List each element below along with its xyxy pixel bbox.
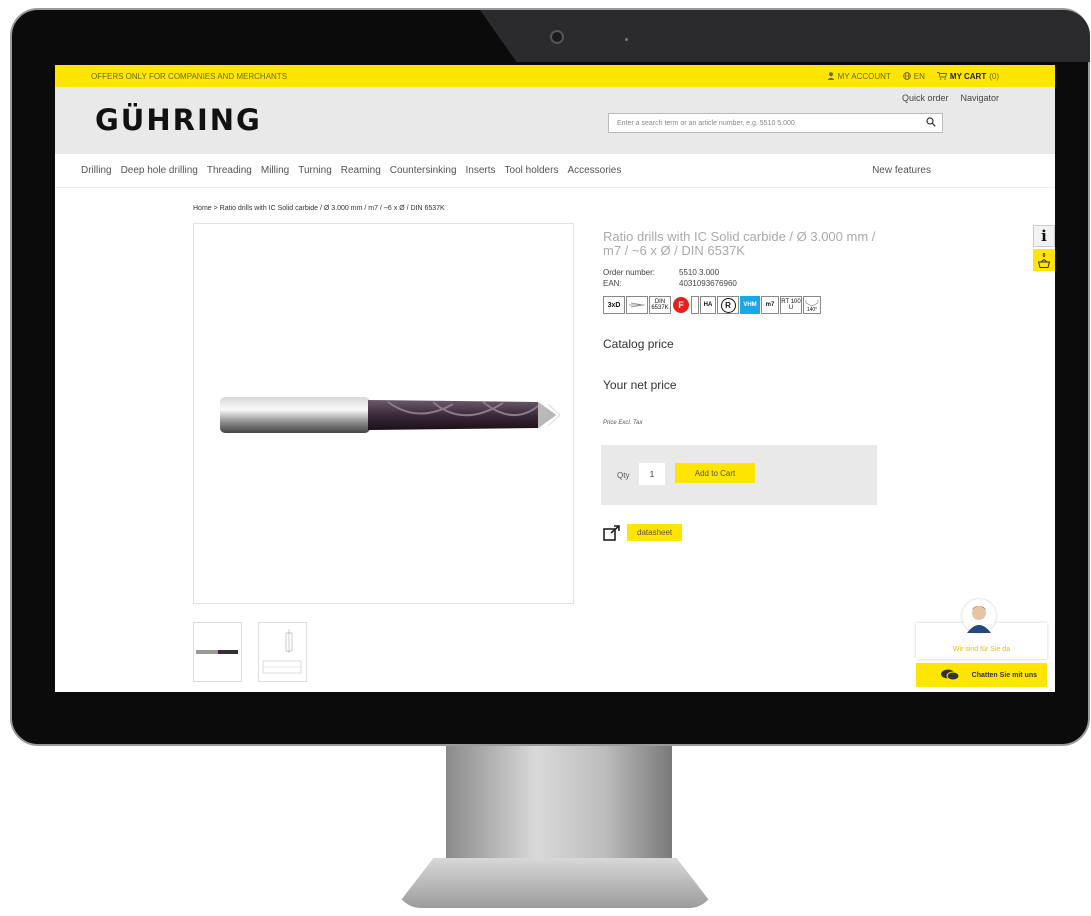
navigator-link[interactable]: Navigator <box>960 93 999 103</box>
chat-widget[interactable]: Wir sind für Sie da Chatten Sie mit uns <box>916 599 1047 687</box>
monitor-stand <box>446 746 672 862</box>
thumbnail-drill[interactable] <box>193 622 242 682</box>
thumbnail-drawing[interactable] <box>258 622 307 682</box>
side-cart-button[interactable]: 0 <box>1033 249 1055 271</box>
basket-icon <box>1038 258 1050 268</box>
breadcrumb[interactable]: Home > Ratio drills with IC Solid carbid… <box>193 205 445 212</box>
language-link[interactable]: EN <box>902 72 925 81</box>
ean-value: 4031093676960 <box>679 279 737 288</box>
datasheet-row: datasheet <box>603 524 683 541</box>
chat-greeting: Wir sind für Sie da <box>952 646 1011 653</box>
nav-item-threading[interactable]: Threading <box>207 165 252 176</box>
right-hand-icon: R <box>717 296 739 314</box>
camera-icon <box>550 30 564 44</box>
thumbnail-drawing-image <box>262 629 302 674</box>
feature-icons: 3xD DIN 6537K F HA R VHM m7 RT 100 U 140° <box>603 296 821 314</box>
nav-item-reaming[interactable]: Reaming <box>341 165 381 176</box>
monitor-base <box>395 858 715 908</box>
guhring-logo[interactable]: GÜHRING <box>95 103 262 137</box>
my-cart-link[interactable]: MY CART (0) <box>936 72 999 81</box>
din-6537k-icon: DIN 6537K <box>649 296 671 314</box>
top-links: MY ACCOUNT EN MY CART (0) <box>827 72 999 81</box>
nav-item-milling[interactable]: Milling <box>261 165 289 176</box>
drill-image <box>220 397 561 433</box>
ean-row: EAN: 4031093676960 <box>603 279 737 288</box>
add-to-cart-panel: Qty Add to Cart <box>601 445 877 505</box>
tolerance-m7-icon: m7 <box>761 296 779 314</box>
coolant-icon <box>626 296 648 314</box>
thumbnail-drill-image <box>196 650 238 654</box>
nav-item-turning[interactable]: Turning <box>298 165 332 176</box>
main-nav: Drilling Deep hole drilling Threading Mi… <box>55 154 1055 188</box>
cart-icon <box>936 72 947 80</box>
my-account-link[interactable]: MY ACCOUNT <box>827 72 891 81</box>
nav-item-tool-holders[interactable]: Tool holders <box>505 165 559 176</box>
header-links: Quick order Navigator <box>902 93 999 103</box>
search-placeholder: Enter a search term or an article number… <box>617 120 795 127</box>
side-buttons: i 0 <box>1033 225 1055 273</box>
sensor-dot <box>625 38 628 41</box>
avatar <box>962 599 996 633</box>
nav-item-inserts[interactable]: Inserts <box>466 165 496 176</box>
product-title: Ratio drills with IC Solid carbide / Ø 3… <box>603 229 876 258</box>
site-header: GÜHRING Quick order Navigator Enter a se… <box>55 87 1055 154</box>
external-link-icon[interactable] <box>603 524 621 541</box>
f-coating-icon: F <box>672 296 690 314</box>
rt100-icon: RT 100 U <box>780 296 802 314</box>
product-image[interactable] <box>193 223 574 604</box>
add-to-cart-button[interactable]: Add to Cart <box>675 463 755 483</box>
bezel-highlight <box>480 10 1090 62</box>
search-icon[interactable] <box>926 117 936 130</box>
order-number: 5510 3.000 <box>679 268 720 277</box>
vhm-icon: VHM <box>740 296 760 314</box>
product-meta: Order number: 5510 3.000 EAN: 403109367696… <box>603 267 737 289</box>
point-angle-icon: 140° <box>803 296 821 314</box>
qty-label: Qty <box>617 471 630 480</box>
datasheet-button[interactable]: datasheet <box>627 524 683 541</box>
browser-screen: OFFERS ONLY FOR COMPANIES AND MERCHANTS … <box>55 65 1055 692</box>
price-note: Price Excl. Tax <box>603 420 643 426</box>
nav-item-drilling[interactable]: Drilling <box>81 165 112 176</box>
globe-icon <box>902 72 911 80</box>
chat-cta-label: Chatten Sie mit uns <box>971 671 1037 679</box>
user-icon <box>827 72 835 80</box>
net-price-label: Your net price <box>603 378 677 392</box>
chat-card[interactable]: Wir sind für Sie da <box>916 599 1047 659</box>
shank-type-icon <box>691 296 699 314</box>
quick-order-link[interactable]: Quick order <box>902 93 949 103</box>
depth-3xd-icon: 3xD <box>603 296 625 314</box>
chat-bubble-icon <box>940 669 960 681</box>
nav-items: Drilling Deep hole drilling Threading Mi… <box>81 165 621 176</box>
thumbnail-strip <box>193 622 307 682</box>
catalog-price-label: Catalog price <box>603 337 674 351</box>
order-number-row: Order number: 5510 3.000 <box>603 268 720 277</box>
info-icon[interactable]: i <box>1033 225 1055 247</box>
nav-item-countersinking[interactable]: Countersinking <box>390 165 457 176</box>
offer-text: OFFERS ONLY FOR COMPANIES AND MERCHANTS <box>91 71 288 81</box>
top-bar: OFFERS ONLY FOR COMPANIES AND MERCHANTS … <box>55 65 1055 87</box>
new-features-link[interactable]: New features <box>872 165 931 176</box>
search-input[interactable]: Enter a search term or an article number… <box>608 113 943 133</box>
nav-item-deep-hole-drilling[interactable]: Deep hole drilling <box>121 165 198 176</box>
ha-shank-icon: HA <box>700 296 716 314</box>
qty-input[interactable] <box>639 463 665 485</box>
chat-button[interactable]: Chatten Sie mit uns <box>916 663 1047 687</box>
nav-item-accessories[interactable]: Accessories <box>567 165 621 176</box>
